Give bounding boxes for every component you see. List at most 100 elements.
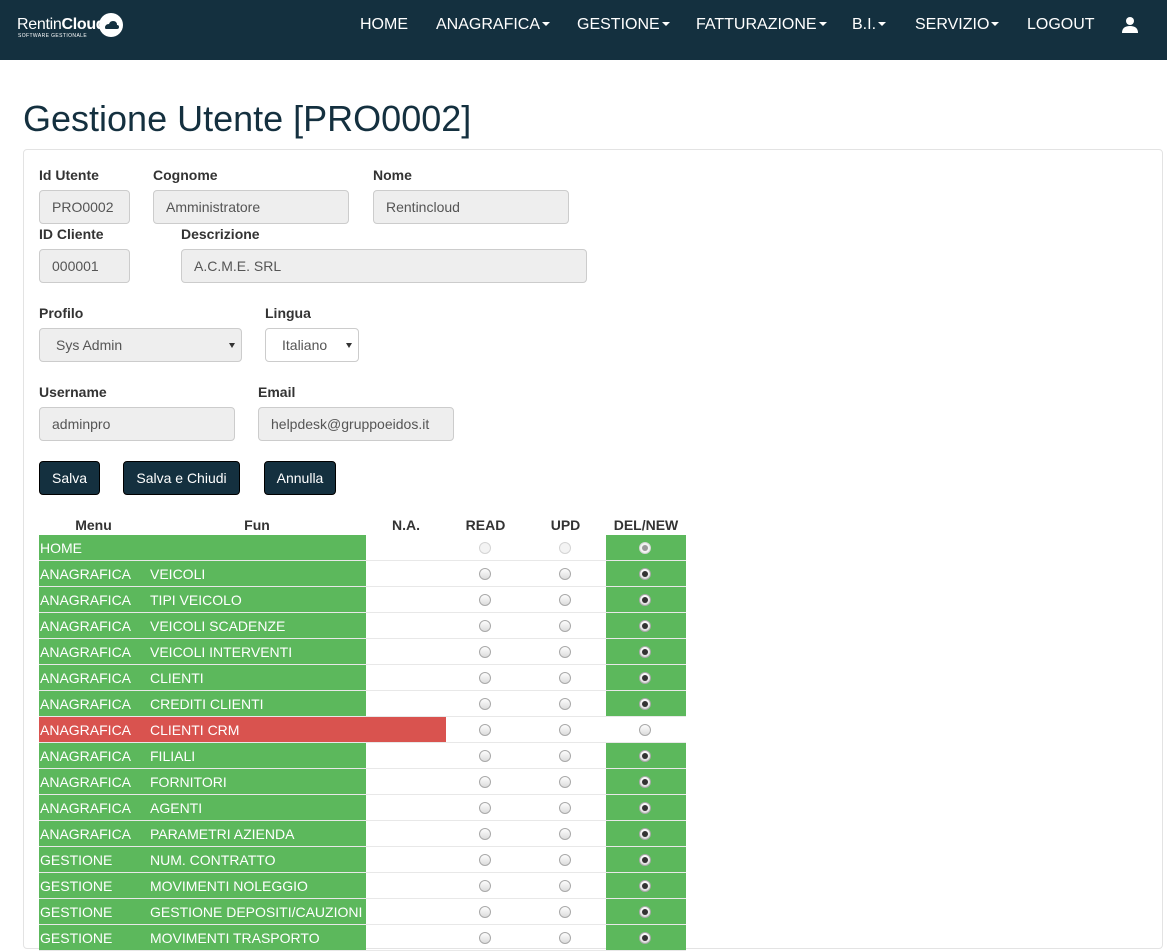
nav-bi[interactable]: B.I. xyxy=(852,0,887,50)
row-menu: GESTIONE xyxy=(40,930,113,946)
lingua-select[interactable]: Italiano xyxy=(265,328,359,362)
radio-read[interactable] xyxy=(479,698,491,710)
profilo-select-value: Sys Admin xyxy=(56,337,123,353)
radio-upd[interactable] xyxy=(559,724,571,736)
radio-del-new[interactable] xyxy=(639,828,651,840)
radio-upd[interactable] xyxy=(559,646,571,658)
col-header-read: READ xyxy=(465,517,506,533)
table-row: HOME xyxy=(39,535,686,561)
row-name-cell: ANAGRAFICA VEICOLI SCADENZE xyxy=(39,613,366,638)
radio-del-new[interactable] xyxy=(639,620,651,632)
radio-upd[interactable] xyxy=(559,750,571,762)
cognome-field[interactable]: Amministratore xyxy=(153,190,349,224)
radio-read[interactable] xyxy=(479,932,491,944)
radio-del-new[interactable] xyxy=(639,776,651,788)
lingua-select-value: Italiano xyxy=(282,337,328,353)
user-icon[interactable] xyxy=(1121,16,1139,34)
save-button[interactable]: Salva xyxy=(39,461,100,495)
table-row: GESTIONE MOVIMENTI NOLEGGIO xyxy=(39,873,686,899)
radio-del-new[interactable] xyxy=(639,542,651,554)
radio-upd[interactable] xyxy=(559,776,571,788)
cloud-logo-icon xyxy=(99,13,123,37)
row-function: TIPI VEICOLO xyxy=(150,592,242,608)
radio-upd[interactable] xyxy=(559,880,571,892)
radio-read[interactable] xyxy=(479,906,491,918)
radio-upd[interactable] xyxy=(559,828,571,840)
radio-read[interactable] xyxy=(479,542,491,554)
radio-read[interactable] xyxy=(479,724,491,736)
logo-brand: RentinCloud xyxy=(17,16,106,33)
radio-upd[interactable] xyxy=(559,672,571,684)
nome-field[interactable]: Rentincloud xyxy=(373,190,569,224)
radio-upd[interactable] xyxy=(559,906,571,918)
row-name-cell: ANAGRAFICA CREDITI CLIENTI xyxy=(39,691,366,716)
radio-read[interactable] xyxy=(479,594,491,606)
nav-home[interactable]: HOME xyxy=(360,0,408,50)
table-row: ANAGRAFICA FILIALI xyxy=(39,743,686,769)
row-menu: GESTIONE xyxy=(40,852,113,868)
radio-del-new[interactable] xyxy=(639,698,651,710)
radio-read[interactable] xyxy=(479,646,491,658)
radio-upd[interactable] xyxy=(559,802,571,814)
radio-upd[interactable] xyxy=(559,620,571,632)
save-and-close-button[interactable]: Salva e Chiudi xyxy=(123,461,240,495)
table-row: ANAGRAFICA CLIENTI CRM xyxy=(39,717,686,743)
row-function: FORNITORI xyxy=(150,774,227,790)
cancel-button[interactable]: Annulla xyxy=(264,461,336,495)
radio-upd[interactable] xyxy=(559,568,571,580)
row-name-cell: ANAGRAFICA CLIENTI xyxy=(39,665,366,690)
radio-read[interactable] xyxy=(479,620,491,632)
radio-read[interactable] xyxy=(479,828,491,840)
email-field[interactable]: helpdesk@gruppoeidos.it xyxy=(258,407,454,441)
radio-upd[interactable] xyxy=(559,542,571,554)
radio-read[interactable] xyxy=(479,854,491,866)
nav-anagrafica[interactable]: ANAGRAFICA xyxy=(436,0,551,50)
radio-del-new[interactable] xyxy=(639,568,651,580)
profilo-select[interactable]: Sys Admin xyxy=(39,328,242,362)
table-row: GESTIONE GESTIONE DEPOSITI/CAUZIONI xyxy=(39,899,686,925)
nav-servizio[interactable]: SERVIZIO xyxy=(915,0,1000,50)
radio-del-new[interactable] xyxy=(639,906,651,918)
radio-read[interactable] xyxy=(479,802,491,814)
nav-gestione[interactable]: GESTIONE xyxy=(577,0,670,50)
row-menu: GESTIONE xyxy=(40,878,113,894)
profilo-label: Profilo xyxy=(39,305,84,321)
table-row: ANAGRAFICA AGENTI xyxy=(39,795,686,821)
radio-upd[interactable] xyxy=(559,594,571,606)
row-menu: ANAGRAFICA xyxy=(40,644,132,660)
table-row: ANAGRAFICA VEICOLI xyxy=(39,561,686,587)
table-row: ANAGRAFICA PARAMETRI AZIENDA xyxy=(39,821,686,847)
radio-read[interactable] xyxy=(479,750,491,762)
row-menu: ANAGRAFICA xyxy=(40,670,132,686)
id-cliente-field[interactable]: 000001 xyxy=(39,249,130,283)
radio-read[interactable] xyxy=(479,880,491,892)
radio-del-new[interactable] xyxy=(639,802,651,814)
radio-upd[interactable] xyxy=(559,698,571,710)
rentincloud-logo[interactable]: RentinCloud SOFTWARE GESTIONALE xyxy=(17,12,127,42)
radio-del-new[interactable] xyxy=(639,750,651,762)
nav-logout[interactable]: LOGOUT xyxy=(1027,0,1095,50)
radio-read[interactable] xyxy=(479,672,491,684)
table-row: ANAGRAFICA TIPI VEICOLO xyxy=(39,587,686,613)
radio-del-new[interactable] xyxy=(639,724,651,736)
radio-del-new[interactable] xyxy=(639,932,651,944)
radio-del-new[interactable] xyxy=(639,672,651,684)
row-name-cell: ANAGRAFICA FORNITORI xyxy=(39,769,366,794)
row-function: VEICOLI SCADENZE xyxy=(150,618,286,634)
radio-del-new[interactable] xyxy=(639,880,651,892)
radio-upd[interactable] xyxy=(559,854,571,866)
radio-read[interactable] xyxy=(479,776,491,788)
radio-read[interactable] xyxy=(479,568,491,580)
row-name-cell: GESTIONE NUM. CONTRATTO xyxy=(39,847,366,872)
nav-fatturazione[interactable]: FATTURAZIONE xyxy=(696,0,827,50)
row-function: VEICOLI INTERVENTI xyxy=(150,644,293,660)
descrizione-field[interactable]: A.C.M.E. SRL xyxy=(181,249,587,283)
radio-upd[interactable] xyxy=(559,932,571,944)
id-utente-field[interactable]: PRO0002 xyxy=(39,190,130,224)
caret-down-icon xyxy=(818,21,827,26)
radio-del-new[interactable] xyxy=(639,854,651,866)
radio-del-new[interactable] xyxy=(639,594,651,606)
table-row: ANAGRAFICA VEICOLI SCADENZE xyxy=(39,613,686,639)
username-field[interactable]: adminpro xyxy=(39,407,235,441)
radio-del-new[interactable] xyxy=(639,646,651,658)
